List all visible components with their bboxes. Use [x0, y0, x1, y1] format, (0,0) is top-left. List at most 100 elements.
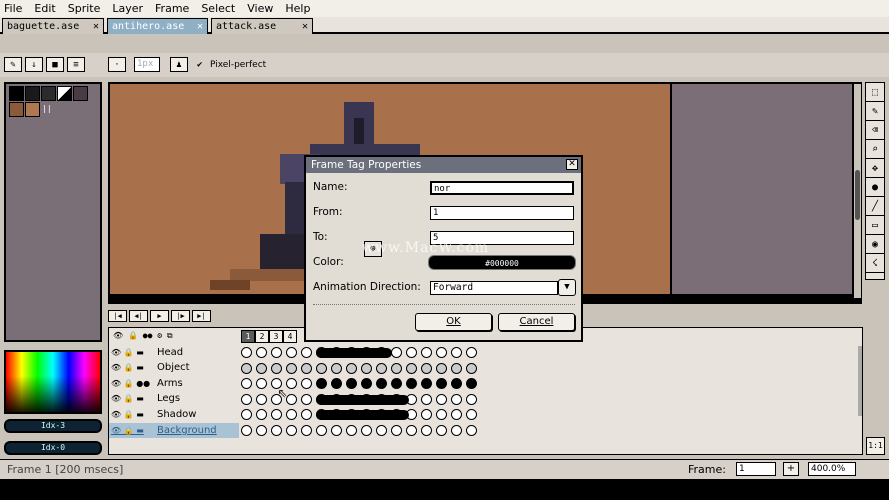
cel[interactable] [466, 347, 477, 358]
cel[interactable] [451, 347, 462, 358]
layer-row-background[interactable]: 👁 🔒 ▬ Background [109, 423, 239, 438]
cel[interactable] [436, 347, 447, 358]
brush-size-input[interactable]: 1px [134, 57, 160, 72]
tab-baguette[interactable]: baguette.ase ✕ [2, 18, 104, 34]
cel[interactable] [316, 378, 327, 389]
palette-swatch[interactable] [73, 86, 88, 101]
cel[interactable] [241, 378, 252, 389]
color-spectrum[interactable] [4, 350, 102, 414]
cel[interactable] [301, 347, 312, 358]
cel[interactable] [286, 409, 297, 420]
cel[interactable] [436, 362, 447, 374]
cel[interactable] [256, 393, 267, 405]
cel[interactable] [346, 378, 357, 389]
square-icon[interactable]: ■ [46, 57, 64, 72]
cel[interactable] [286, 378, 297, 389]
marquee-icon[interactable]: ⬚ [866, 83, 884, 102]
cel[interactable] [256, 378, 267, 389]
add-frame-button[interactable]: + [783, 462, 799, 476]
tab-antihero[interactable]: antihero.ase ✕ [107, 18, 208, 34]
cancel-button[interactable]: Cancel [498, 313, 575, 331]
fg-color-index[interactable]: Idx-3 [4, 419, 102, 433]
zoom-icon[interactable]: ⌕ [866, 140, 884, 159]
frame-header[interactable]: 1 [241, 330, 255, 343]
cel[interactable] [331, 424, 342, 436]
cel[interactable] [421, 362, 432, 374]
cel[interactable] [436, 409, 447, 420]
cel[interactable] [286, 393, 297, 405]
palette-swatch[interactable] [57, 86, 72, 101]
menu-sprite[interactable]: Sprite [68, 0, 101, 17]
cel[interactable] [451, 393, 462, 405]
cel[interactable] [406, 347, 417, 358]
layer-visibility-icons[interactable]: 👁 🔒 ▬ [109, 394, 157, 403]
name-field[interactable]: nor [430, 181, 574, 195]
cel[interactable] [451, 424, 462, 436]
cel[interactable] [376, 362, 387, 374]
linked-cel-bar[interactable] [316, 394, 409, 405]
cel[interactable] [466, 409, 477, 420]
cel[interactable] [256, 409, 267, 420]
down-arrow-icon[interactable]: ↓ [25, 57, 43, 72]
cel[interactable] [241, 362, 252, 374]
cel[interactable] [271, 347, 282, 358]
layer-visibility-icons[interactable]: 👁 🔒 ●● [109, 379, 157, 388]
close-icon[interactable]: ✕ [93, 21, 99, 32]
cel[interactable] [241, 409, 252, 420]
cel[interactable] [361, 378, 372, 389]
cel[interactable] [301, 393, 312, 405]
palette-swatch[interactable] [25, 102, 40, 117]
cel[interactable] [301, 424, 312, 436]
cel[interactable] [466, 393, 477, 405]
cel[interactable] [466, 378, 477, 389]
layer-row-legs[interactable]: 👁 🔒 ▬ Legs [109, 391, 239, 406]
cel[interactable] [421, 393, 432, 405]
layer-row-shadow[interactable]: 👁 🔒 ▬ Shadow [109, 407, 239, 422]
frame-header[interactable]: 4 [283, 330, 297, 343]
cel[interactable] [466, 362, 477, 374]
cel[interactable] [376, 378, 387, 389]
palette-swatch[interactable] [41, 86, 56, 101]
fill-icon[interactable]: ● [866, 178, 884, 197]
palette-swatch[interactable] [9, 86, 24, 101]
cel[interactable] [391, 347, 402, 358]
cel[interactable] [331, 362, 342, 374]
ok-button[interactable]: OK [415, 313, 492, 331]
first-frame-icon[interactable]: |◀ [108, 310, 127, 322]
contour-icon[interactable]: ◉ [866, 235, 884, 254]
palette-swatch[interactable] [25, 86, 40, 101]
layer-row-head[interactable]: 👁 🔒 ▬ Head [109, 345, 239, 360]
cel[interactable] [436, 393, 447, 405]
play-icon[interactable]: ▶ [150, 310, 169, 322]
cel[interactable] [316, 424, 327, 436]
zoom-ratio-button[interactable]: 1:1 [866, 437, 885, 455]
cel[interactable] [286, 347, 297, 358]
cel[interactable] [406, 424, 417, 436]
cel[interactable] [256, 424, 267, 436]
cel[interactable] [406, 378, 417, 389]
cel[interactable] [301, 362, 312, 374]
cel[interactable] [436, 378, 447, 389]
pixel-perfect-label[interactable]: Pixel-perfect [210, 60, 266, 70]
cel[interactable] [361, 362, 372, 374]
cel[interactable] [421, 409, 432, 420]
menu-view[interactable]: View [247, 0, 273, 17]
cel[interactable] [256, 347, 267, 358]
layer-visibility-icons[interactable]: 👁 🔒 ▬ [109, 348, 157, 357]
cel[interactable] [391, 362, 402, 374]
last-frame-icon[interactable]: ▶| [192, 310, 211, 322]
frame-header[interactable]: 2 [255, 330, 269, 343]
cel[interactable] [316, 362, 327, 374]
from-field[interactable]: 1 [430, 206, 574, 220]
cel[interactable] [361, 424, 372, 436]
ink-icon[interactable]: ♟ [170, 57, 188, 72]
direction-select[interactable]: Forward [430, 281, 558, 295]
menu-layer[interactable]: Layer [112, 0, 143, 17]
cel[interactable] [256, 362, 267, 374]
rectangle-icon[interactable]: ▭ [866, 216, 884, 235]
cel[interactable] [241, 347, 252, 358]
menu-file[interactable]: File [4, 0, 22, 17]
chevron-down-icon[interactable]: ▼ [558, 279, 576, 296]
close-icon[interactable]: ✕ [566, 159, 578, 170]
cel[interactable] [271, 424, 282, 436]
